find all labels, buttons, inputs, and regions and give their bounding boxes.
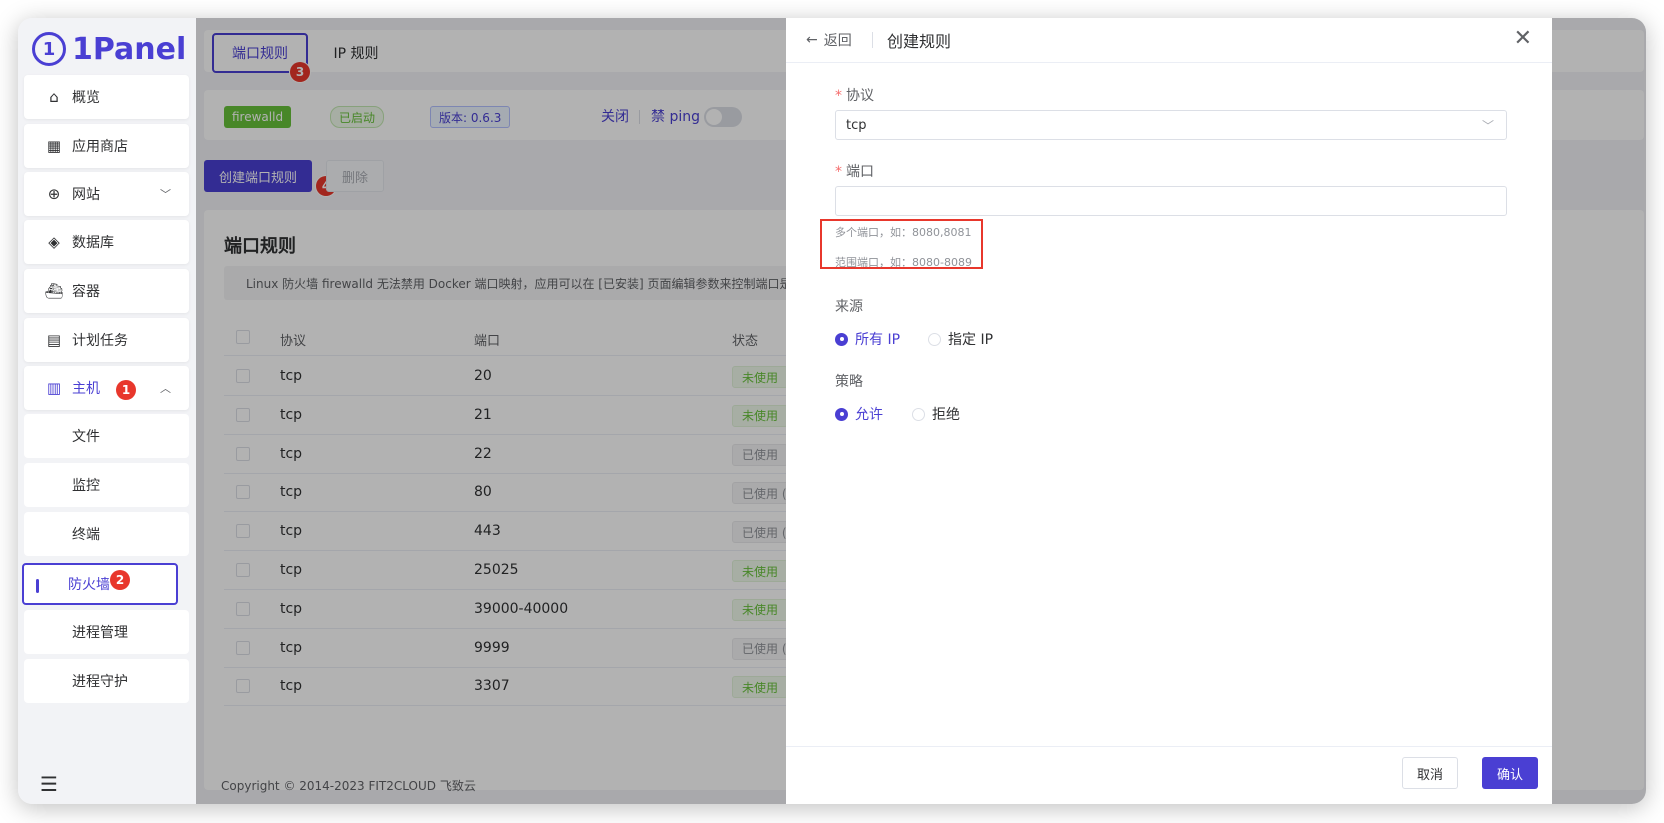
sidebar-subitem-monitor[interactable]: 监控 — [24, 463, 189, 507]
radio-label: 允许 — [855, 407, 883, 423]
chevron-up-icon: ︿ — [160, 382, 171, 395]
sidebar-subitem-process-management[interactable]: 进程管理 — [24, 610, 189, 654]
app-window: 1 1Panel ⌂ 概览 ▦ 应用商店 ⊕ 网站 ﹀ ◈ 数据库 ⛴ 容器 ▤… — [18, 18, 1646, 804]
sidebar-item-label: 主机 — [72, 381, 100, 397]
protocol-label: * 协议 — [835, 85, 874, 105]
sidebar-item-label: 防火墙 — [68, 577, 110, 593]
sidebar-item-containers[interactable]: ⛴ 容器 — [24, 269, 189, 313]
radio-dot — [835, 407, 848, 421]
sidebar-item-label: 概览 — [72, 90, 100, 106]
back-label: 返回 — [823, 33, 852, 49]
radio-dot — [835, 332, 848, 346]
sidebar-subitem-files[interactable]: 文件 — [24, 414, 189, 458]
radio-label: 指定 IP — [948, 332, 994, 348]
sidebar-item-overview[interactable]: ⌂ 概览 — [24, 75, 189, 119]
hint-port-range: 范围端口，如：8080-8089 — [835, 256, 972, 269]
sidebar-subitem-terminal[interactable]: 终端 — [24, 512, 189, 556]
port-label-text: 端口 — [846, 164, 874, 180]
globe-icon: ⊕ — [47, 185, 61, 203]
sidebar-item-database[interactable]: ◈ 数据库 — [24, 220, 189, 264]
sidebar-item-host[interactable]: ▥ 主机 ︿ — [24, 366, 189, 410]
close-icon[interactable]: ✕ — [1514, 26, 1532, 51]
calendar-icon: ▤ — [46, 331, 62, 349]
radio-dot — [912, 407, 925, 421]
source-radio-all-ip[interactable]: 所有 IP — [835, 329, 900, 349]
drawer-header: ← 返回 创建规则 ✕ — [786, 18, 1552, 63]
source-label: 来源 — [835, 299, 863, 315]
home-icon: ⌂ — [49, 88, 59, 106]
docker-icon: ⛴ — [44, 282, 64, 300]
sidebar-item-label: 数据库 — [72, 235, 114, 251]
radio-label: 所有 IP — [855, 332, 901, 348]
strategy-label: 策略 — [835, 374, 863, 390]
required-mark: * — [835, 164, 842, 180]
sidebar-item-label: 计划任务 — [72, 333, 128, 349]
chevron-down-icon: ﹀ — [160, 188, 171, 201]
protocol-select[interactable]: tcp ﹀ — [835, 110, 1507, 140]
sidebar-item-websites[interactable]: ⊕ 网站 ﹀ — [24, 172, 189, 216]
chevron-down-icon: ﹀ — [1481, 119, 1494, 133]
sidebar-item-cron-jobs[interactable]: ▤ 计划任务 — [24, 318, 189, 362]
step-badge-2: 2 — [110, 570, 130, 590]
logo: 1 1Panel — [32, 24, 186, 74]
port-input[interactable] — [835, 186, 1507, 216]
sidebar-subitem-firewall[interactable]: 防火墙 — [22, 563, 178, 605]
sidebar-item-app-store[interactable]: ▦ 应用商店 — [24, 124, 189, 168]
step-badge-1: 1 — [116, 380, 136, 400]
strategy-radio-accept[interactable]: 允许 — [835, 404, 883, 424]
sidebar-item-label: 应用商店 — [72, 139, 128, 155]
hint-multiple-ports: 多个端口，如：8080,8081 — [835, 226, 972, 239]
drawer-footer: 取消 确认 — [786, 746, 1552, 804]
cancel-button[interactable]: 取消 — [1401, 757, 1458, 789]
strategy-radio-drop[interactable]: 拒绝 — [912, 404, 960, 424]
arrow-left-icon: ← — [806, 32, 818, 48]
drawer-title: 创建规则 — [887, 32, 952, 51]
protocol-select-value: tcp — [846, 117, 867, 133]
layers-icon: ◈ — [48, 233, 60, 251]
sidebar-item-label: 网站 — [72, 187, 100, 203]
sidebar-footer: ☰ — [18, 764, 196, 804]
logo-icon: 1 — [32, 32, 66, 66]
confirm-button[interactable]: 确认 — [1481, 757, 1538, 789]
radio-dot — [928, 332, 941, 346]
radio-label: 拒绝 — [932, 407, 960, 423]
back-button[interactable]: ← 返回 — [806, 30, 852, 50]
required-mark: * — [835, 88, 842, 104]
sidebar: 1 1Panel ⌂ 概览 ▦ 应用商店 ⊕ 网站 ﹀ ◈ 数据库 ⛴ 容器 ▤… — [18, 18, 196, 804]
port-label: * 端口 — [835, 161, 874, 181]
divider — [872, 32, 873, 48]
grid-icon: ▦ — [46, 137, 62, 155]
sidebar-subitem-process-guard[interactable]: 进程守护 — [24, 659, 189, 703]
source-radio-specific-ip[interactable]: 指定 IP — [928, 329, 993, 349]
create-rule-drawer: ← 返回 创建规则 ✕ * 协议 tcp ﹀ * 端口 多个端口，如：8080,80… — [786, 18, 1552, 804]
sidebar-item-label: 容器 — [72, 284, 100, 300]
server-icon: ▥ — [46, 379, 62, 397]
logo-text: 1Panel — [72, 31, 187, 67]
collapse-menu-icon[interactable]: ☰ — [40, 772, 58, 796]
protocol-label-text: 协议 — [846, 88, 874, 104]
